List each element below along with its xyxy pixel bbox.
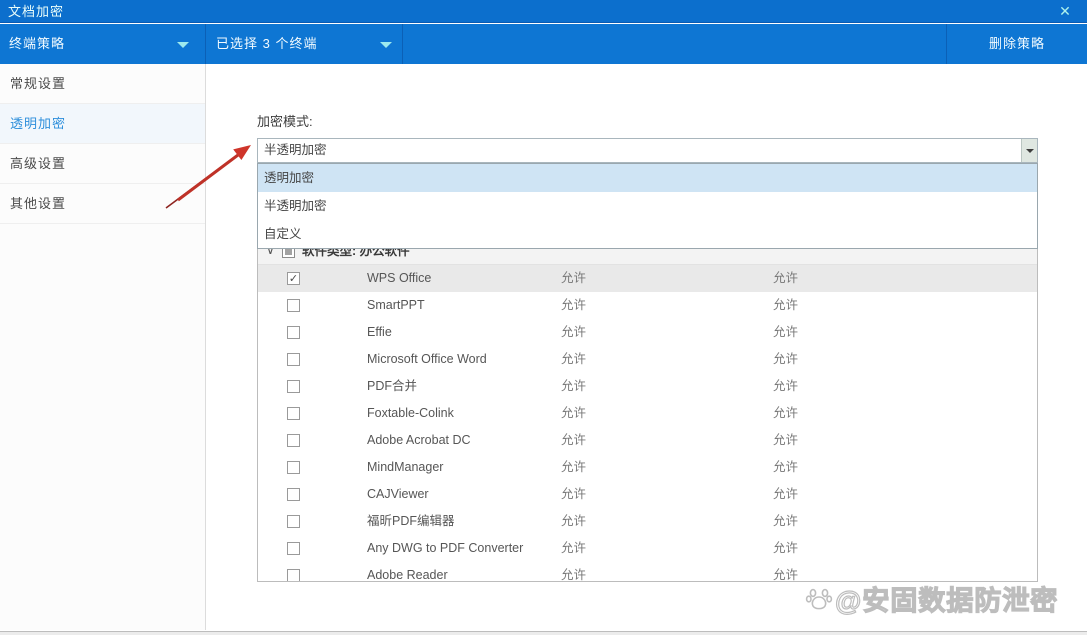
row-checkbox[interactable] <box>287 407 300 420</box>
permission-value: 允许 <box>561 508 586 535</box>
permission-value: 允许 <box>561 562 586 582</box>
software-name: WPS Office <box>367 265 431 292</box>
row-checkbox[interactable] <box>287 569 300 582</box>
table-row[interactable]: Adobe Acrobat DC 允许 允许 <box>258 427 1037 454</box>
paw-icon <box>805 584 833 612</box>
permission-value: 允许 <box>561 373 586 400</box>
row-checkbox[interactable]: ✓ <box>287 272 300 285</box>
software-name: Microsoft Office Word <box>367 346 487 373</box>
permission-value: 允许 <box>561 346 586 373</box>
sidebar-item-general-settings[interactable]: 常规设置 <box>0 64 205 104</box>
dropdown-option-custom[interactable]: 自定义 <box>258 220 1037 248</box>
row-checkbox[interactable] <box>287 488 300 501</box>
software-name: MindManager <box>367 454 443 481</box>
red-arrow-annotation <box>148 128 268 220</box>
permission-value: 允许 <box>561 319 586 346</box>
software-name: PDF合并 <box>367 373 417 400</box>
permission-value: 允许 <box>773 535 798 562</box>
permission-value: 允许 <box>561 265 586 292</box>
bottom-strip <box>0 631 1087 635</box>
row-checkbox[interactable] <box>287 299 300 312</box>
table-row[interactable]: Effie 允许 允许 <box>258 319 1037 346</box>
row-checkbox[interactable] <box>287 461 300 474</box>
table-row[interactable]: Microsoft Office Word 允许 允许 <box>258 346 1037 373</box>
dropdown-option-semi-transparent[interactable]: 半透明加密 <box>258 192 1037 220</box>
row-checkbox[interactable] <box>287 515 300 528</box>
caret-down-icon <box>177 42 189 48</box>
software-table: ∨ 软件类型: 办公软件 ✓ WPS Office 允许 允许 SmartPPT… <box>257 237 1038 582</box>
permission-value: 允许 <box>773 346 798 373</box>
watermark: @安固数据防泄密 <box>805 581 1085 615</box>
combobox-value: 半透明加密 <box>264 139 327 162</box>
permission-value: 允许 <box>561 454 586 481</box>
policy-dropdown-label: 终端策略 <box>9 24 65 64</box>
table-row[interactable]: CAJViewer 允许 允许 <box>258 481 1037 508</box>
software-name: CAJViewer <box>367 481 429 508</box>
permission-value: 允许 <box>773 265 798 292</box>
row-checkbox[interactable] <box>287 326 300 339</box>
toolbar: 终端策略 已选择 3 个终端 删除策略 <box>0 24 1087 64</box>
permission-value: 允许 <box>773 373 798 400</box>
row-checkbox[interactable] <box>287 434 300 447</box>
permission-value: 允许 <box>773 454 798 481</box>
table-row[interactable]: PDF合并 允许 允许 <box>258 373 1037 400</box>
table-row[interactable]: 福昕PDF编辑器 允许 允许 <box>258 508 1037 535</box>
permission-value: 允许 <box>773 481 798 508</box>
permission-value: 允许 <box>561 292 586 319</box>
software-name: Adobe Reader <box>367 562 448 582</box>
caret-down-icon <box>380 42 392 48</box>
encrypt-mode-combobox[interactable]: 半透明加密 <box>257 138 1038 163</box>
permission-value: 允许 <box>773 292 798 319</box>
window-titlebar: 文档加密 ✕ <box>0 0 1087 23</box>
row-checkbox[interactable] <box>287 380 300 393</box>
combobox-dropdown-icon[interactable] <box>1021 139 1037 162</box>
permission-value: 允许 <box>773 427 798 454</box>
software-name: Foxtable-Colink <box>367 400 454 427</box>
software-name: Any DWG to PDF Converter <box>367 535 523 562</box>
software-name: Adobe Acrobat DC <box>367 427 471 454</box>
software-name: Effie <box>367 319 392 346</box>
table-row[interactable]: SmartPPT 允许 允许 <box>258 292 1037 319</box>
software-name: SmartPPT <box>367 292 425 319</box>
row-checkbox[interactable] <box>287 353 300 366</box>
delete-policy-button[interactable]: 删除策略 <box>946 24 1087 64</box>
encrypt-mode-dropdown-list: 透明加密 半透明加密 自定义 <box>257 163 1038 249</box>
permission-value: 允许 <box>561 535 586 562</box>
terminal-dropdown[interactable]: 已选择 3 个终端 <box>207 24 403 64</box>
window-title: 文档加密 <box>8 0 64 23</box>
watermark-text: @安固数据防泄密 <box>835 579 1058 618</box>
permission-value: 允许 <box>561 427 586 454</box>
row-checkbox[interactable] <box>287 542 300 555</box>
software-name: 福昕PDF编辑器 <box>367 508 455 535</box>
table-row[interactable]: ✓ WPS Office 允许 允许 <box>258 265 1037 292</box>
table-row[interactable]: MindManager 允许 允许 <box>258 454 1037 481</box>
permission-value: 允许 <box>773 319 798 346</box>
close-icon[interactable]: ✕ <box>1051 0 1079 23</box>
policy-dropdown[interactable]: 终端策略 <box>0 24 206 64</box>
permission-value: 允许 <box>773 400 798 427</box>
permission-value: 允许 <box>561 400 586 427</box>
permission-value: 允许 <box>773 562 798 582</box>
permission-value: 允许 <box>561 481 586 508</box>
dropdown-option-transparent[interactable]: 透明加密 <box>258 164 1037 192</box>
table-row[interactable]: Any DWG to PDF Converter 允许 允许 <box>258 535 1037 562</box>
permission-value: 允许 <box>773 508 798 535</box>
table-row[interactable]: Foxtable-Colink 允许 允许 <box>258 400 1037 427</box>
terminal-dropdown-label: 已选择 3 个终端 <box>216 24 317 64</box>
